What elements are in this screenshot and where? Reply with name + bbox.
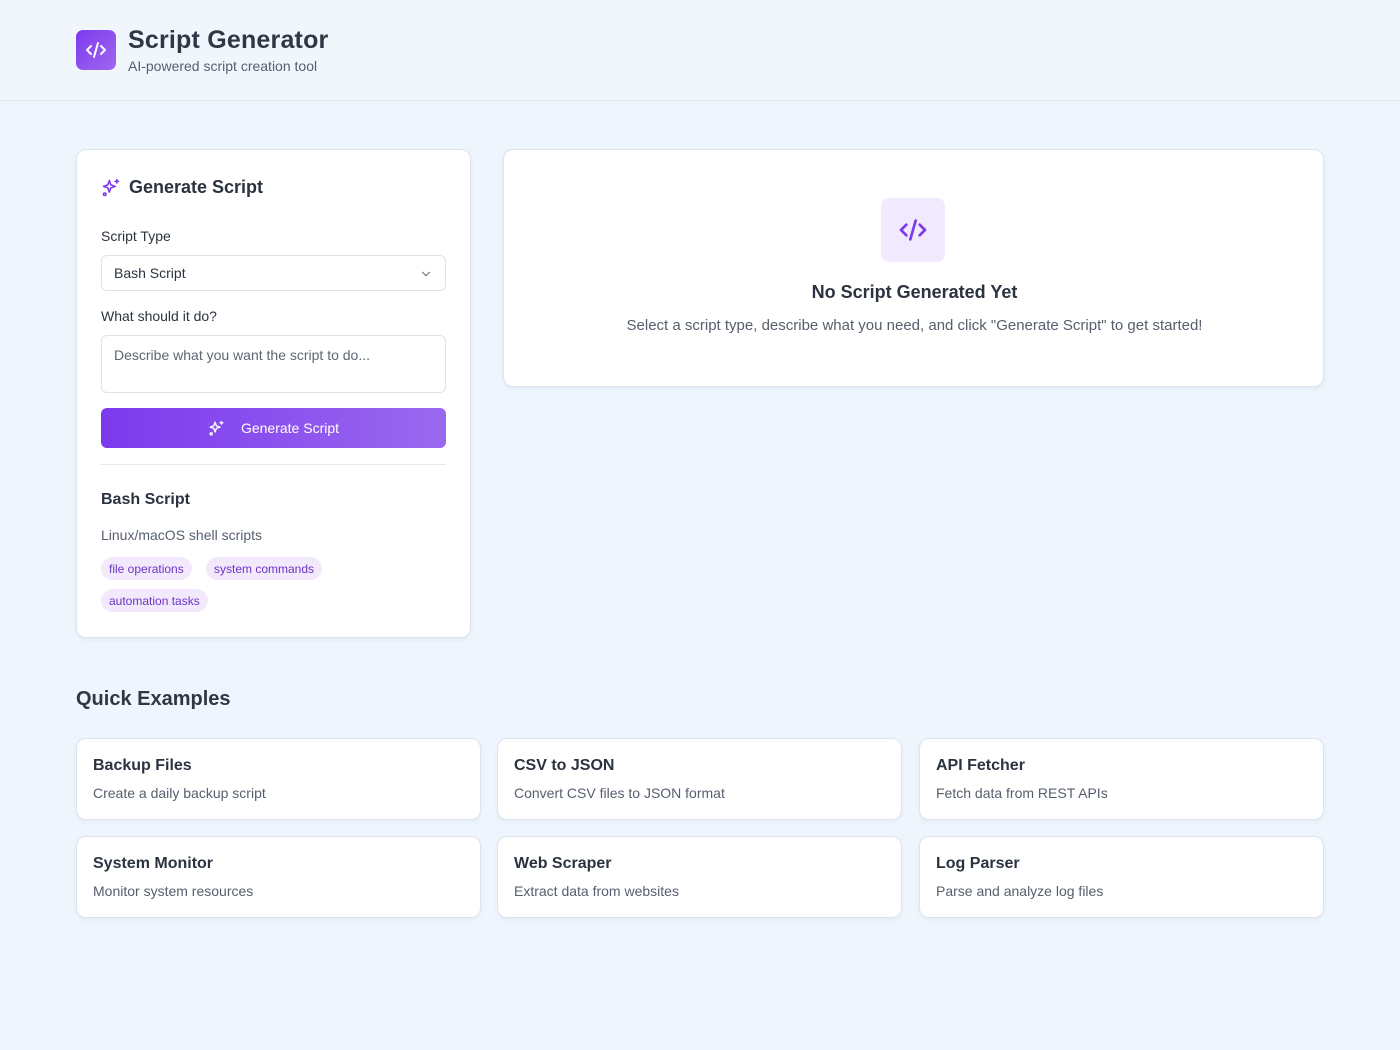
script-type-info-title: Bash Script bbox=[101, 491, 190, 508]
example-card-api-fetcher[interactable]: API Fetcher Fetch data from REST APIs bbox=[919, 738, 1324, 820]
example-name: CSV to JSON bbox=[514, 757, 615, 774]
feature-tag: automation tasks bbox=[101, 589, 208, 612]
generate-script-panel: Generate Script Script Type Bash Script … bbox=[76, 149, 471, 638]
sparkles-icon bbox=[102, 178, 120, 196]
example-description: Convert CSV files to JSON format bbox=[514, 785, 725, 801]
script-type-info-description: Linux/macOS shell scripts bbox=[101, 527, 263, 543]
generate-panel-title: Generate Script bbox=[129, 177, 264, 197]
app-header: Script Generator AI-powered script creat… bbox=[0, 0, 1400, 101]
divider bbox=[101, 464, 446, 465]
script-type-label: Script Type bbox=[101, 228, 171, 244]
app-title: Script Generator bbox=[128, 26, 329, 54]
empty-state-description: Select a script type, describe what you … bbox=[626, 317, 1203, 334]
script-output-panel: No Script Generated Yet Select a script … bbox=[503, 149, 1324, 387]
example-description: Fetch data from REST APIs bbox=[936, 785, 1108, 801]
empty-state-icon-box bbox=[881, 198, 945, 262]
example-card-web-scraper[interactable]: Web Scraper Extract data from websites bbox=[497, 836, 902, 918]
code-icon bbox=[86, 42, 106, 58]
app-logo bbox=[76, 30, 116, 70]
sparkles-icon bbox=[209, 420, 224, 436]
script-type-select[interactable]: Bash Script bbox=[101, 255, 446, 291]
example-name: Log Parser bbox=[936, 855, 1020, 872]
example-name: System Monitor bbox=[93, 855, 214, 872]
example-description: Extract data from websites bbox=[514, 883, 679, 899]
feature-tag: system commands bbox=[206, 557, 323, 580]
prompt-label: What should it do? bbox=[101, 308, 217, 324]
generate-script-button[interactable]: Generate Script bbox=[101, 408, 446, 448]
example-name: Backup Files bbox=[93, 757, 192, 774]
example-name: Web Scraper bbox=[514, 855, 612, 872]
example-card-log-parser[interactable]: Log Parser Parse and analyze log files bbox=[919, 836, 1324, 918]
example-card-csv-to-json[interactable]: CSV to JSON Convert CSV files to JSON fo… bbox=[497, 738, 902, 820]
generate-panel-header: Generate Script bbox=[101, 177, 263, 198]
example-description: Parse and analyze log files bbox=[936, 883, 1104, 899]
example-description: Monitor system resources bbox=[93, 883, 254, 899]
code-icon bbox=[899, 219, 927, 241]
example-name: API Fetcher bbox=[936, 757, 1025, 774]
feature-tag: file operations bbox=[101, 557, 192, 580]
chevron-down-icon bbox=[421, 271, 431, 277]
example-card-backup-files[interactable]: Backup Files Create a daily backup scrip… bbox=[76, 738, 481, 820]
app-subtitle: AI-powered script creation tool bbox=[128, 58, 318, 74]
empty-state-title: No Script Generated Yet bbox=[811, 282, 1018, 302]
example-card-system-monitor[interactable]: System Monitor Monitor system resources bbox=[76, 836, 481, 918]
example-description: Create a daily backup script bbox=[93, 785, 266, 801]
script-type-value: Bash Script bbox=[114, 265, 186, 281]
quick-examples-title: Quick Examples bbox=[76, 688, 231, 710]
script-description-input[interactable] bbox=[101, 335, 446, 393]
generate-button-label: Generate Script bbox=[240, 420, 340, 436]
